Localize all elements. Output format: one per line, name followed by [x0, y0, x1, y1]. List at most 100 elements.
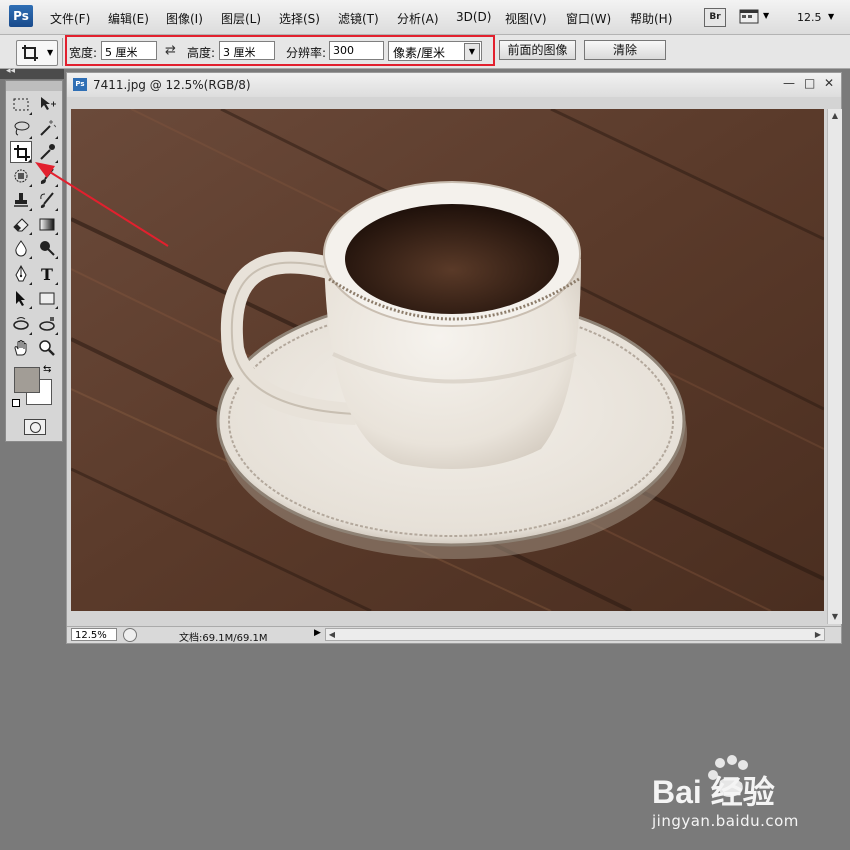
hand-tool[interactable] [10, 337, 32, 359]
width-field[interactable]: 5 厘米 [101, 41, 157, 60]
document-title: 7411.jpg @ 12.5%(RGB/8) [93, 78, 251, 92]
blur-tool[interactable] [10, 237, 32, 259]
zoom-level[interactable]: 12.5 [797, 11, 822, 24]
width-label: 宽度: [69, 46, 98, 60]
menu-layer[interactable]: 图层(L) [221, 10, 261, 27]
scroll-up-icon[interactable]: ▲ [828, 109, 842, 123]
crop-icon [22, 45, 38, 61]
3d-orbit-tool[interactable] [36, 313, 58, 335]
crop-tool[interactable] [10, 141, 32, 163]
scroll-right-icon[interactable]: ▶ [812, 629, 824, 640]
tool-preset-picker[interactable]: ▼ [16, 40, 58, 66]
brush-icon [40, 168, 54, 184]
resolution-unit-value: 像素/厘米 [393, 46, 446, 60]
zoom-field[interactable]: 12.5% [71, 628, 117, 641]
healing-brush-icon [14, 169, 28, 183]
pen-tool[interactable] [10, 263, 32, 285]
vertical-scrollbar[interactable]: ▲ ▼ [827, 109, 842, 624]
height-label: 高度: [187, 46, 216, 60]
status-icon[interactable] [123, 628, 137, 642]
move-tool[interactable] [36, 93, 58, 115]
tools-panel: T ⇆ [5, 80, 63, 442]
menu-help[interactable]: 帮助(H) [630, 10, 672, 27]
panel-grip[interactable] [6, 81, 62, 91]
menu-view[interactable]: 视图(V) [505, 10, 547, 27]
options-bar: ▼ 宽度: 5 厘米 ⇄ 高度: 3 厘米 分辨率: 300 像素/厘米 ▼ 前… [0, 35, 850, 69]
clear-button[interactable]: 清除 [584, 40, 666, 60]
document-titlebar[interactable]: Ps 7411.jpg @ 12.5%(RGB/8) — □ ✕ [67, 73, 841, 97]
clone-stamp-icon [14, 193, 28, 207]
menu-window[interactable]: 窗口(W) [566, 10, 611, 27]
healing-brush-tool[interactable] [10, 165, 32, 187]
divider [62, 38, 63, 66]
type-icon: T [41, 265, 53, 283]
history-brush-tool[interactable] [36, 189, 58, 211]
document-size-info: 文档:69.1M/69.1M [179, 633, 268, 644]
photoshop-logo: Ps [9, 5, 33, 27]
screen-mode-icon[interactable] [739, 9, 759, 24]
eraser-icon [13, 218, 29, 232]
rectangle-icon [39, 292, 55, 305]
coffee-photo [71, 109, 824, 611]
magic-wand-tool[interactable] [36, 117, 58, 139]
swap-icon[interactable]: ⇄ [165, 43, 176, 58]
close-icon[interactable]: ✕ [824, 76, 834, 90]
type-tool[interactable]: T [36, 263, 58, 285]
swap-colors-icon[interactable]: ⇆ [43, 364, 51, 375]
image-canvas[interactable] [71, 109, 824, 611]
menu-edit[interactable]: 编辑(E) [108, 10, 149, 27]
scroll-left-icon[interactable]: ◀ [326, 629, 338, 640]
maximize-icon[interactable]: □ [804, 76, 815, 90]
default-colors-icon[interactable] [12, 399, 20, 407]
zoom-tool[interactable] [36, 337, 58, 359]
height-field[interactable]: 3 厘米 [219, 41, 275, 60]
svg-text:Bai 经验: Bai 经验 [652, 774, 775, 810]
minimize-icon[interactable]: — [783, 76, 795, 90]
blur-icon [15, 240, 27, 257]
eyedropper-tool[interactable] [36, 141, 58, 163]
chevron-down-icon: ▼ [47, 48, 54, 57]
quick-mask-button[interactable] [24, 419, 46, 435]
clone-stamp-tool[interactable] [10, 189, 32, 211]
quick-mask-icon [30, 422, 41, 433]
resolution-unit-select[interactable]: 像素/厘米 ▼ [388, 41, 482, 61]
eyedropper-icon [40, 144, 55, 160]
history-brush-icon [40, 192, 54, 208]
marquee-icon [13, 98, 29, 111]
bridge-button[interactable]: Br [704, 8, 726, 27]
ps-document-icon: Ps [73, 78, 87, 91]
lasso-icon [14, 121, 30, 136]
chevron-down-icon[interactable]: ▼ [763, 11, 769, 20]
path-selection-tool[interactable] [10, 287, 32, 309]
front-image-button[interactable]: 前面的图像 [499, 40, 576, 60]
move-icon [41, 97, 56, 110]
marquee-tool[interactable] [10, 93, 32, 115]
chevron-down-icon[interactable]: ▼ [828, 12, 834, 21]
tools-panel-header[interactable]: ◂◂ [0, 66, 64, 79]
menu-select[interactable]: 选择(S) [279, 10, 320, 27]
resolution-field[interactable]: 300 [329, 41, 384, 60]
brush-tool[interactable] [36, 165, 58, 187]
status-menu-arrow-icon[interactable]: ▶ [314, 628, 321, 638]
menu-bar: Ps 文件(F) 编辑(E) 图像(I) 图层(L) 选择(S) 滤镜(T) 分… [0, 0, 850, 35]
magic-wand-icon [40, 120, 56, 136]
3d-rotate-tool[interactable] [10, 313, 32, 335]
rectangle-tool[interactable] [36, 287, 58, 309]
collapse-icon[interactable]: ◂◂ [6, 66, 15, 76]
menu-analysis[interactable]: 分析(A) [397, 10, 439, 27]
menu-image[interactable]: 图像(I) [166, 10, 203, 27]
hand-icon [14, 340, 27, 356]
lasso-tool[interactable] [10, 117, 32, 139]
gradient-tool[interactable] [36, 213, 58, 235]
gradient-icon [39, 218, 55, 231]
svg-text:T: T [41, 265, 53, 283]
scroll-down-icon[interactable]: ▼ [828, 610, 842, 624]
3d-orbit-icon [39, 317, 55, 331]
eraser-tool[interactable] [10, 213, 32, 235]
menu-file[interactable]: 文件(F) [50, 10, 90, 27]
foreground-color-swatch[interactable] [14, 367, 40, 393]
horizontal-scrollbar[interactable]: ◀ ▶ [325, 628, 825, 641]
menu-3d[interactable]: 3D(D) [456, 10, 491, 24]
menu-filter[interactable]: 滤镜(T) [338, 10, 379, 27]
dodge-tool[interactable] [36, 237, 58, 259]
